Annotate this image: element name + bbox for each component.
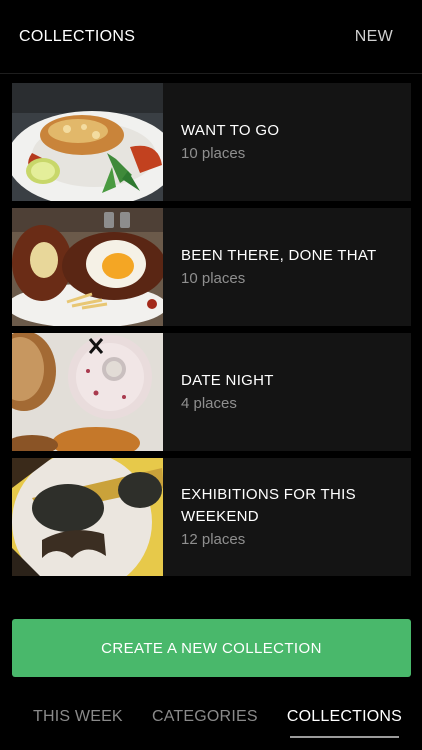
collection-info: BEEN THERE, DONE THAT 10 places <box>163 208 411 326</box>
collection-info: DATE NIGHT 4 places <box>163 333 411 451</box>
collection-info: WANT TO GO 10 places <box>163 83 411 201</box>
bottom-tab-bar: THIS WEEK CATEGORIES COLLECTIONS <box>0 690 422 750</box>
new-collection-button[interactable]: NEW <box>355 28 393 46</box>
collection-count: 4 places <box>181 395 237 412</box>
create-collection-button[interactable]: CREATE A NEW COLLECTION <box>12 619 411 677</box>
collection-count: 10 places <box>181 270 246 287</box>
collection-list: WANT TO GO 10 places BEEN THERE, DONE TH… <box>12 83 411 583</box>
collection-name: WANT TO GO <box>181 122 280 139</box>
tab-categories[interactable]: CATEGORIES <box>152 708 258 732</box>
lobster-plate-image <box>12 83 163 201</box>
donuts-image <box>12 333 163 451</box>
collection-card-exhibitions-for-this-weekend[interactable]: EXHIBITIONS FOR THIS WEEKEND 12 places <box>12 458 411 576</box>
collection-card-date-night[interactable]: DATE NIGHT 4 places <box>12 333 411 451</box>
screen: COLLECTIONS NEW WANT TO GO 10 places BEE… <box>0 0 422 750</box>
collection-name: DATE NIGHT <box>181 372 274 389</box>
collection-info: EXHIBITIONS FOR THIS WEEKEND 12 places <box>163 458 411 576</box>
top-bar: COLLECTIONS NEW <box>0 0 422 74</box>
collection-card-been-there-done-that[interactable]: BEEN THERE, DONE THAT 10 places <box>12 208 411 326</box>
collection-count: 12 places <box>181 531 246 548</box>
mannequin-sunglasses-image <box>12 458 163 576</box>
collection-card-want-to-go[interactable]: WANT TO GO 10 places <box>12 83 411 201</box>
page-title: COLLECTIONS <box>19 27 136 45</box>
tab-this-week[interactable]: THIS WEEK <box>33 708 123 732</box>
tab-collections[interactable]: COLLECTIONS <box>287 708 402 738</box>
collection-name: BEEN THERE, DONE THAT <box>181 247 377 264</box>
collection-count: 10 places <box>181 145 246 162</box>
scotch-egg-plate-image <box>12 208 163 326</box>
collection-name: EXHIBITIONS FOR THIS WEEKEND <box>181 486 356 525</box>
